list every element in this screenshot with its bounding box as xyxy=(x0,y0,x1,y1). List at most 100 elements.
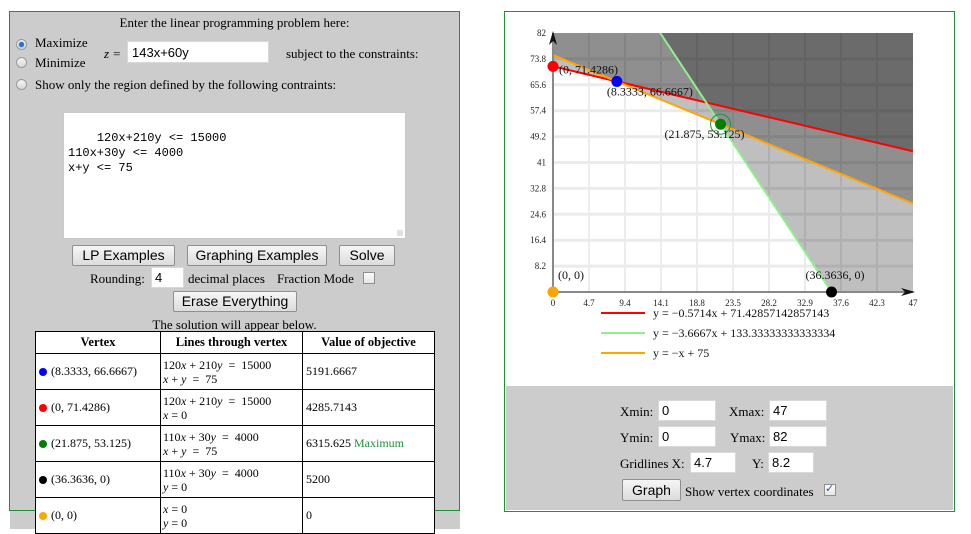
line-equation: x = 0 xyxy=(163,407,188,422)
maximize-radio[interactable] xyxy=(16,39,27,50)
y-tick-label: 73.8 xyxy=(530,54,546,64)
legend-label: y = −3.6667x + 133.33333333333334 xyxy=(653,326,835,340)
y-tick-label: 16.4 xyxy=(530,235,546,245)
vertex-color-dot xyxy=(39,512,47,521)
header-lines: Lines through vertex xyxy=(160,331,303,354)
x-tick-label: 42.3 xyxy=(869,298,885,308)
minimize-radio[interactable] xyxy=(16,57,27,68)
objective-value-cell: 5200 xyxy=(302,461,435,498)
table-row: (0, 71.4286) 120x + 210y = 15000 x = 0 4285… xyxy=(35,389,435,426)
vertex-label: (21.875, 53.125) xyxy=(665,127,745,141)
resize-handle[interactable] xyxy=(397,230,403,236)
x-tick-label: 9.4 xyxy=(619,298,631,308)
feasible-region-graph: 0 4.7 9.4 14.1 18.8 23.5 28.2 32.9 37.6 42.3 478.2… xyxy=(530,28,919,360)
x-tick-label: 0 xyxy=(551,298,556,308)
x-tick-label: 47 xyxy=(909,298,919,308)
line-equation: 110x + 30y = 4000 xyxy=(163,429,259,444)
table-row: (21.875, 53.125) 110x + 30y = 4000 x + y =… xyxy=(35,425,435,462)
line-equation: 120x + 210y = 15000 xyxy=(163,357,272,372)
graphing-examples-button[interactable]: Graphing Examples xyxy=(187,245,327,266)
line-equation: 120x + 210y = 15000 xyxy=(163,393,272,408)
vertex-point xyxy=(547,60,559,72)
header-vertex: Vertex xyxy=(35,331,161,354)
xmax-label: Xmax: xyxy=(729,404,765,419)
show-vertex-label: Show vertex coordinates xyxy=(685,484,814,499)
vertex-color-dot xyxy=(39,404,47,413)
legend-label: y = −0.5714x + 71.42857142857143 xyxy=(653,306,829,320)
rounding-label: Rounding: xyxy=(90,271,145,286)
vertex-coordinates: (0, 71.4286) xyxy=(51,400,110,414)
y-tick-label: 57.4 xyxy=(530,106,546,116)
ymin-label: Ymin: xyxy=(620,430,654,445)
lp-examples-button[interactable]: LP Examples xyxy=(72,245,175,266)
maximize-label: Maximize xyxy=(35,35,88,50)
lines-cell: x = 0y = 0 xyxy=(160,497,303,534)
objective-value: 6315.625 xyxy=(306,436,351,450)
graph-controls: Xmin: Xmax: Ymin: Ymax: Gridlines X: Y: … xyxy=(506,386,953,510)
ymax-input[interactable] xyxy=(769,426,827,447)
line-equation: y = 0 xyxy=(163,515,188,530)
vertex-cell: (36.3636, 0) xyxy=(35,461,161,498)
decimal-places-label: decimal places xyxy=(188,271,265,286)
y-tick-label: 82 xyxy=(537,28,546,38)
table-row: (36.3636, 0) 110x + 30y = 4000 y = 0 5200 xyxy=(35,461,435,498)
y-tick-label: 65.6 xyxy=(530,80,546,90)
gridlines-x-label: Gridlines X: xyxy=(620,456,685,471)
objective-value: 5200 xyxy=(306,472,330,486)
x-tick-label: 4.7 xyxy=(583,298,595,308)
vertex-point xyxy=(826,286,838,298)
table-row: (8.3333, 66.6667) 120x + 210y = 15000 x + … xyxy=(35,353,435,390)
vertex-coordinates: (0, 0) xyxy=(51,508,77,522)
solve-button[interactable]: Solve xyxy=(339,245,395,266)
objective-value: 0 xyxy=(306,508,312,522)
vertex-coordinates: (36.3636, 0) xyxy=(51,472,110,486)
xmin-input[interactable] xyxy=(658,400,716,421)
region-only-label: Show only the region defined by the foll… xyxy=(35,77,337,92)
xmax-input[interactable] xyxy=(769,400,827,421)
graph-button[interactable]: Graph xyxy=(622,479,681,501)
vertex-cell: (0, 0) xyxy=(35,497,161,534)
y-tick-label: 32.8 xyxy=(530,183,546,193)
panel-heading: Enter the linear programming problem her… xyxy=(119,15,350,30)
vertex-cell: (0, 71.4286) xyxy=(35,389,161,426)
lines-cell: 120x + 210y = 15000 x = 0 xyxy=(160,389,303,426)
erase-everything-button[interactable]: Erase Everything xyxy=(173,291,297,312)
vertex-point xyxy=(547,286,559,298)
rounding-input[interactable] xyxy=(151,267,184,288)
vertex-color-dot xyxy=(39,440,47,449)
vertex-label: (0, 71.4286) xyxy=(559,62,618,76)
vertex-label: (8.3333, 66.6667) xyxy=(607,84,693,98)
legend-label: y = −x + 75 xyxy=(653,346,709,360)
objective-value-cell: 5191.6667 xyxy=(302,353,435,390)
objective-input[interactable] xyxy=(127,41,269,63)
z-label: z = xyxy=(104,46,122,61)
vertex-coordinates: (8.3333, 66.6667) xyxy=(51,364,137,378)
y-tick-label: 49.2 xyxy=(530,132,546,142)
xmin-label: Xmin: xyxy=(620,404,654,419)
header-value: Value of objective xyxy=(302,331,435,354)
objective-value: 5191.6667 xyxy=(306,364,357,378)
ymin-input[interactable] xyxy=(658,426,716,447)
vertex-color-dot xyxy=(39,368,47,377)
vertex-coordinates: (21.875, 53.125) xyxy=(51,436,131,450)
vertex-color-dot xyxy=(39,476,47,485)
fraction-mode-checkbox[interactable] xyxy=(363,272,375,284)
x-tick-label: 37.6 xyxy=(833,298,849,308)
subject-to-label: subject to the constraints: xyxy=(286,46,419,61)
minimize-label: Minimize xyxy=(35,55,86,70)
y-tick-label: 41 xyxy=(537,158,546,168)
y-tick-label: 24.6 xyxy=(530,209,546,219)
constraints-textarea[interactable]: 120x+210y <= 15000 110x+30y <= 4000 x+y … xyxy=(63,112,406,239)
gridlines-y-input[interactable] xyxy=(768,452,814,473)
gridlines-x-input[interactable] xyxy=(690,452,736,473)
region-only-radio[interactable] xyxy=(16,79,27,90)
table-header-row: Vertex Lines through vertex Value of obj… xyxy=(35,331,435,354)
show-vertex-checkbox[interactable] xyxy=(824,482,836,496)
line-equation: x + y = 75 xyxy=(163,443,218,458)
vertex-cell: (8.3333, 66.6667) xyxy=(35,353,161,390)
line-equation: 110x + 30y = 4000 xyxy=(163,465,259,480)
fraction-mode-label: Fraction Mode xyxy=(277,271,354,286)
vertex-label: (0, 0) xyxy=(558,268,584,282)
lines-cell: 110x + 30y = 4000 y = 0 xyxy=(160,461,303,498)
line-equation: x = 0 xyxy=(163,501,188,516)
